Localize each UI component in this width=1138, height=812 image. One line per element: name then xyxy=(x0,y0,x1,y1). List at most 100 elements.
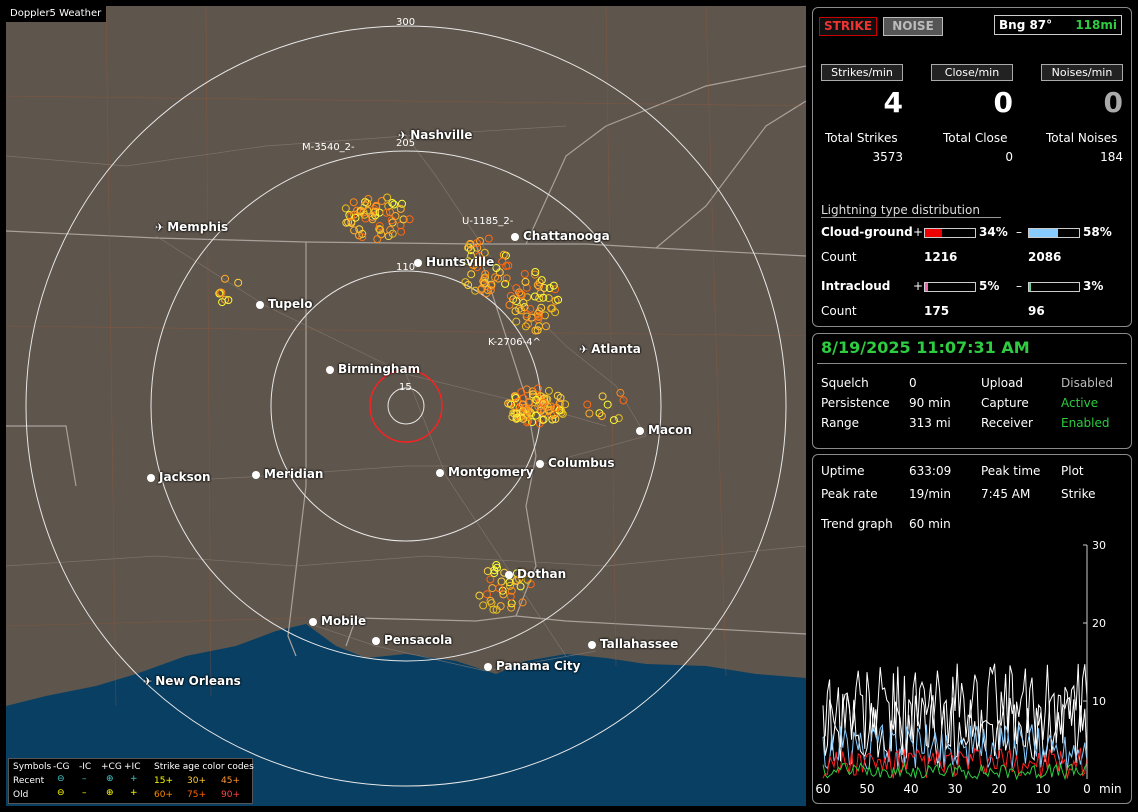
city-dot-icon xyxy=(256,301,264,309)
squelch-value: 0 xyxy=(909,376,917,390)
strike-symbol xyxy=(585,409,594,418)
minus-sign: – xyxy=(1016,279,1022,293)
trend-lines xyxy=(822,663,1088,781)
cg-negative-bar xyxy=(1028,228,1080,238)
legend-age: 90+ xyxy=(221,790,240,800)
plot-label: Plot xyxy=(1061,464,1084,478)
total-close-value: 0 xyxy=(1005,150,1013,164)
strike-symbol xyxy=(483,590,491,599)
strike-symbol xyxy=(534,384,542,393)
city-name: Tupelo xyxy=(268,297,313,311)
y-tick-label: 20 xyxy=(1092,617,1106,630)
x-tick-label: 20 xyxy=(991,782,1006,796)
total-close-label: Total Close xyxy=(943,131,1008,145)
trend-graph-label: Trend graph xyxy=(821,517,893,531)
strike-button[interactable]: STRIKE xyxy=(819,17,877,36)
pos-ic-recent-icon: + xyxy=(130,774,138,784)
x-tick-label: 30 xyxy=(947,782,962,796)
map-canvas[interactable] xyxy=(6,6,806,806)
noises-per-min-header[interactable]: Noises/min xyxy=(1041,64,1123,81)
city-nashville: ✈ Nashville xyxy=(398,128,472,142)
ic-positive-bar xyxy=(924,282,976,292)
city-tupelo: Tupelo xyxy=(256,297,313,311)
noise-button[interactable]: NOISE xyxy=(883,17,943,36)
legend-age-title: Strike age color codes xyxy=(154,762,254,772)
capture-value: Active xyxy=(1061,396,1099,410)
city-name: Chattanooga xyxy=(523,229,610,243)
x-unit-label: min xyxy=(1099,782,1122,796)
legend-age: 60+ xyxy=(154,790,173,800)
strike-symbol xyxy=(383,193,392,202)
strike-symbol xyxy=(467,270,476,279)
range-value: 313 mi xyxy=(909,416,951,430)
ic-negative-bar xyxy=(1028,282,1080,292)
settings-panel: 8/19/2025 11:07:31 AM Squelch 0 Persiste… xyxy=(812,333,1132,449)
upload-value: Disabled xyxy=(1061,376,1114,390)
bearing-readout: Bng 87° 118mi xyxy=(994,15,1122,35)
trend-graph-value[interactable]: 60 min xyxy=(909,517,951,531)
city-macon: Macon xyxy=(636,423,692,437)
cg-positive-bar xyxy=(924,228,976,238)
strike-symbol xyxy=(373,235,382,244)
cg-positive-count: 1216 xyxy=(924,250,958,264)
station-label: U-1185_2- xyxy=(462,216,514,227)
intracloud-label: Intracloud xyxy=(821,279,891,293)
strikes-per-min-header[interactable]: Strikes/min xyxy=(821,64,903,81)
strike-symbol xyxy=(234,278,243,287)
strike-symbol xyxy=(527,313,536,322)
divider xyxy=(821,217,1001,218)
city-jackson: Jackson xyxy=(147,470,211,484)
city-panama-city: Panama City xyxy=(484,659,580,673)
peak-rate-value: 19/min xyxy=(909,487,951,501)
x-tick-label: 0 xyxy=(1083,782,1091,796)
legend-col: -CG xyxy=(53,762,70,772)
city-dot-icon xyxy=(436,469,444,477)
x-tick-label: 50 xyxy=(859,782,874,796)
strike-symbol xyxy=(396,204,405,213)
city-name: Macon xyxy=(648,423,692,437)
uptime-label: Uptime xyxy=(821,464,865,478)
lightning-map[interactable]: Doppler5 Weather 300 205 110 15 M-3540_2… xyxy=(6,6,806,806)
receiver-value: Enabled xyxy=(1061,416,1110,430)
legend-age: 75+ xyxy=(187,790,206,800)
city-dot-icon xyxy=(252,471,260,479)
map-legend: Symbols -CG -IC +CG +IC Strike age color… xyxy=(8,758,254,804)
range-label: Range xyxy=(821,416,860,430)
strike-symbol xyxy=(488,584,497,593)
city-name: Pensacola xyxy=(384,633,453,647)
strike-symbol xyxy=(221,274,229,283)
pos-cg-recent-icon: ⊕ xyxy=(106,774,114,784)
range-label-15: 15 xyxy=(399,382,412,393)
strike-symbol xyxy=(530,292,539,301)
strike-symbol xyxy=(484,234,493,243)
city-name: Memphis xyxy=(167,220,229,234)
total-strikes-label: Total Strikes xyxy=(825,131,898,145)
strike-symbol xyxy=(486,575,495,584)
receiver-label: Receiver xyxy=(981,416,1033,430)
city-dot-icon xyxy=(484,663,492,671)
city-dot-icon xyxy=(414,259,422,267)
legend-old-label: Old xyxy=(13,790,29,800)
city-new-orleans: ✈ New Orleans xyxy=(143,674,241,688)
peak-time-label: Peak time xyxy=(981,464,1041,478)
legend-col: -IC xyxy=(79,762,92,772)
bearing-value: Bng 87° xyxy=(999,18,1053,32)
city-dot-icon xyxy=(511,233,519,241)
plus-sign: + xyxy=(913,279,924,293)
legend-col: +CG xyxy=(101,762,122,772)
app-title: Doppler5 Weather xyxy=(6,6,107,22)
county-lines xyxy=(6,6,806,707)
strike-symbol xyxy=(507,603,516,612)
legend-col: +IC xyxy=(124,762,141,772)
total-noises-label: Total Noises xyxy=(1046,131,1118,145)
distance-value: 118mi xyxy=(1075,18,1117,32)
pos-ic-old-icon: + xyxy=(130,788,138,798)
city-huntsville: Huntsville xyxy=(414,255,494,269)
upload-label: Upload xyxy=(981,376,1024,390)
ic-negative-count: 96 xyxy=(1028,304,1045,318)
persistence-label: Persistence xyxy=(821,396,890,410)
city-atlanta: ✈ Atlanta xyxy=(579,342,641,356)
plot-value[interactable]: Strike xyxy=(1061,487,1096,501)
close-per-min-header[interactable]: Close/min xyxy=(931,64,1013,81)
state-borders xyxy=(6,65,806,657)
